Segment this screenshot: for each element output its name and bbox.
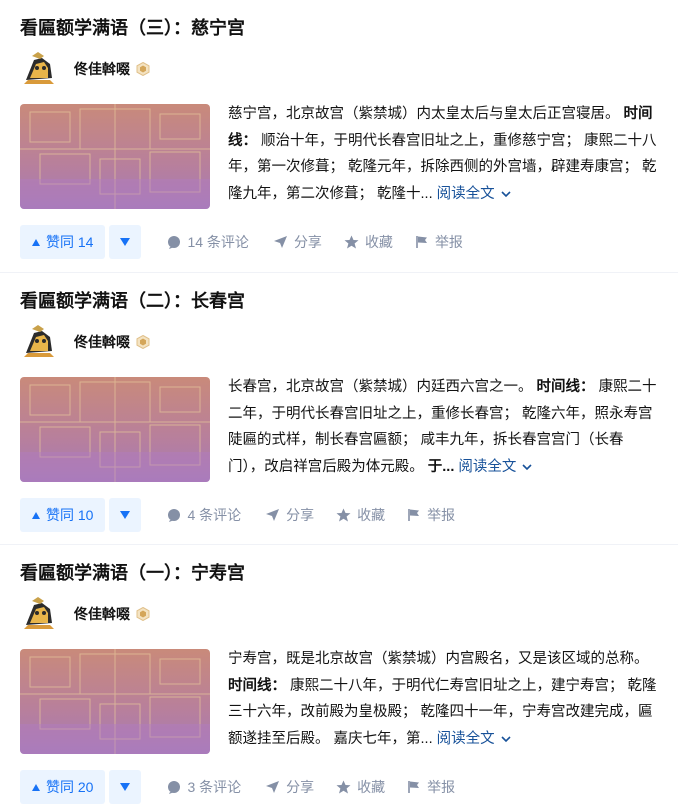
favorite-button[interactable]: 收藏	[336, 777, 385, 797]
report-button[interactable]: 举报	[407, 777, 455, 797]
comment-button[interactable]: 14 条评论	[167, 232, 249, 252]
author-info: 佟佳斡啜	[20, 323, 658, 361]
verified-badge-icon	[136, 335, 150, 349]
share-icon	[273, 236, 287, 248]
downvote-arrow-icon	[120, 511, 131, 519]
article-card: 看匾额学满语（二）：长春宫 佟佳斡啜 长春宫，北京故宫（紫禁城）内廷西六宫之一。…	[0, 272, 678, 544]
comment-icon	[168, 781, 181, 794]
verified-badge-icon	[136, 607, 150, 621]
action-bar: 赞同 20 3 条评论 分享 收藏 举报	[20, 770, 658, 804]
excerpt-bold: 时间线：	[536, 379, 595, 395]
read-more-link[interactable]: 阅读全文	[437, 731, 511, 747]
excerpt-text: 长春宫，北京故宫（紫禁城）内廷西六宫之一。	[228, 379, 533, 395]
author-name[interactable]: 佟佳斡啜	[74, 332, 130, 352]
comment-icon	[168, 236, 181, 249]
chevron-down-icon	[501, 190, 511, 197]
article-thumbnail[interactable]	[20, 377, 210, 482]
excerpt-text: 慈宁宫，北京故宫（紫禁城）内太皇太后与皇太后正宫寝居。	[228, 106, 620, 122]
author-name[interactable]: 佟佳斡啜	[74, 59, 130, 79]
favorite-button[interactable]: 收藏	[336, 505, 385, 525]
read-more-link[interactable]: 阅读全文	[437, 186, 511, 202]
article-thumbnail[interactable]	[20, 104, 210, 209]
excerpt-bold: 时间线：	[228, 677, 286, 694]
article-title[interactable]: 看匾额学满语（一）：宁寿宫	[20, 561, 658, 585]
star-icon	[336, 780, 351, 794]
article-excerpt[interactable]: 慈宁宫，北京故宫（紫禁城）内太皇太后与皇太后正宫寝居。 时间线： 顺治十年，于明…	[228, 101, 658, 209]
article-excerpt[interactable]: 宁寿宫，既是北京故宫（紫禁城）内宫殿名，又是该区域的总称。 时间线： 康熙二十八…	[228, 646, 658, 754]
article-content: 长春宫，北京故宫（紫禁城）内廷西六宫之一。 时间线： 康熙二十二年，于明代长春宫…	[20, 377, 658, 482]
author-info: 佟佳斡啜	[20, 50, 658, 88]
upvote-label: 赞同 10	[46, 507, 94, 523]
avatar[interactable]	[20, 323, 58, 361]
excerpt-text: 宁寿宫，既是北京故宫（紫禁城）内宫殿名，又是该区域的总称。	[228, 651, 649, 667]
article-content: 慈宁宫，北京故宫（紫禁城）内太皇太后与皇太后正宫寝居。 时间线： 顺治十年，于明…	[20, 104, 658, 209]
excerpt-bold: 于...	[427, 458, 455, 475]
avatar[interactable]	[20, 595, 58, 633]
upvote-arrow-icon	[32, 783, 40, 791]
upvote-button[interactable]: 赞同 10	[20, 498, 106, 532]
author-name[interactable]: 佟佳斡啜	[74, 604, 130, 624]
downvote-button[interactable]	[109, 770, 142, 804]
action-bar: 赞同 14 14 条评论 分享 收藏 举报	[20, 225, 658, 259]
downvote-arrow-icon	[120, 783, 131, 791]
share-button[interactable]: 分享	[273, 232, 322, 252]
upvote-arrow-icon	[32, 511, 40, 519]
share-icon	[266, 781, 280, 793]
article-thumbnail[interactable]	[20, 649, 210, 754]
author-info: 佟佳斡啜	[20, 595, 658, 633]
upvote-label: 赞同 20	[46, 779, 94, 795]
comment-button[interactable]: 4 条评论	[167, 505, 241, 525]
share-button[interactable]: 分享	[265, 505, 314, 525]
article-title[interactable]: 看匾额学满语（二）：长春宫	[20, 289, 658, 313]
chevron-down-icon	[522, 463, 533, 470]
comment-icon	[168, 509, 181, 522]
read-more-link[interactable]: 阅读全文	[458, 459, 533, 475]
downvote-arrow-icon	[120, 238, 131, 246]
star-icon	[336, 508, 351, 522]
star-icon	[344, 235, 359, 249]
report-button[interactable]: 举报	[407, 505, 455, 525]
share-icon	[266, 509, 280, 521]
favorite-button[interactable]: 收藏	[344, 232, 393, 252]
upvote-button[interactable]: 赞同 20	[20, 770, 106, 804]
verified-badge-icon	[136, 62, 150, 76]
upvote-arrow-icon	[32, 238, 40, 246]
article-card: 看匾额学满语（一）：宁寿宫 佟佳斡啜 宁寿宫，既是北京故宫（紫禁城）内宫殿名，又…	[0, 544, 678, 804]
article-title[interactable]: 看匾额学满语（三）：慈宁宫	[20, 16, 658, 40]
downvote-button[interactable]	[109, 498, 142, 532]
avatar[interactable]	[20, 50, 58, 88]
upvote-label: 赞同 14	[46, 234, 94, 250]
flag-icon	[416, 236, 427, 248]
action-bar: 赞同 10 4 条评论 分享 收藏 举报	[20, 498, 658, 532]
upvote-button[interactable]: 赞同 14	[20, 225, 106, 259]
share-button[interactable]: 分享	[265, 777, 314, 797]
article-excerpt[interactable]: 长春宫，北京故宫（紫禁城）内廷西六宫之一。 时间线： 康熙二十二年，于明代长春宫…	[228, 374, 658, 482]
article-content: 宁寿宫，既是北京故宫（紫禁城）内宫殿名，又是该区域的总称。 时间线： 康熙二十八…	[20, 649, 658, 754]
report-button[interactable]: 举报	[415, 232, 463, 252]
article-card: 看匾额学满语（三）：慈宁宫 佟佳斡啜 慈宁宫，北京故宫（紫禁城）内太皇太后与皇太…	[0, 0, 678, 272]
chevron-down-icon	[501, 735, 511, 742]
article-feed: 看匾额学满语（三）：慈宁宫 佟佳斡啜 慈宁宫，北京故宫（紫禁城）内太皇太后与皇太…	[0, 0, 694, 804]
flag-icon	[408, 509, 420, 521]
flag-icon	[408, 781, 420, 793]
downvote-button[interactable]	[109, 225, 142, 259]
comment-button[interactable]: 3 条评论	[167, 777, 241, 797]
